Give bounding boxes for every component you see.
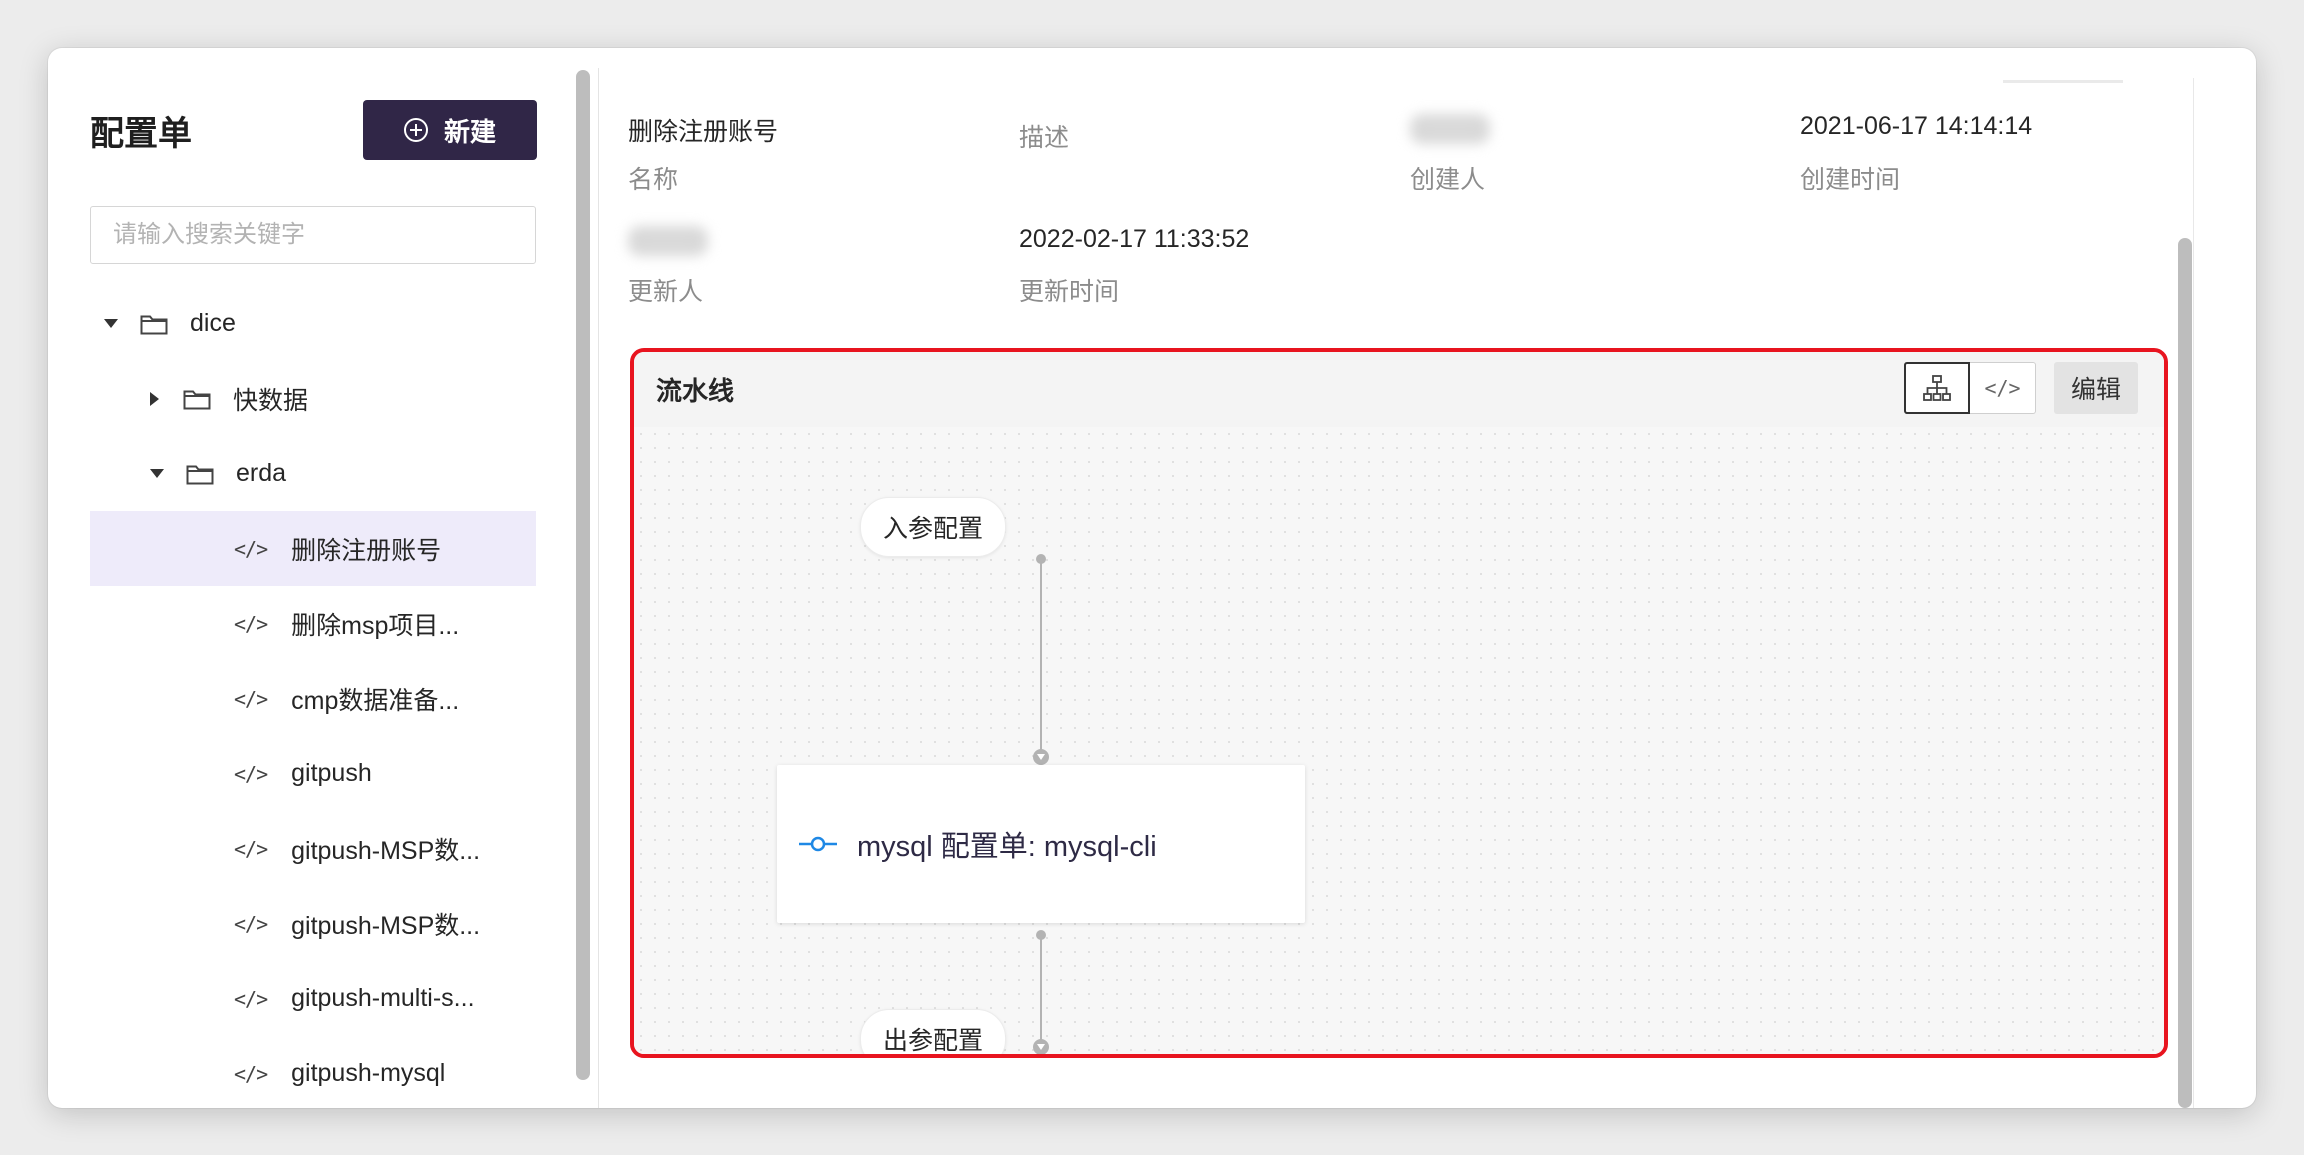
connector-arrow: [1033, 1039, 1049, 1054]
pipeline-canvas[interactable]: 入参配置 mysql 配置单: mysql-cli 出参配置: [634, 427, 2164, 1054]
sidebar-title: 配置单: [90, 115, 192, 153]
code-icon: </>: [234, 536, 268, 561]
code-icon: </>: [234, 911, 268, 936]
tree-item-label: gitpush-MSP数...: [291, 836, 481, 865]
pipeline-header: 流水线 </> 编辑: [634, 352, 2164, 428]
task-node-label: mysql 配置单: mysql-cli: [857, 831, 1157, 863]
created-time-value: 2021-06-17 14:14:14: [1800, 112, 2033, 140]
task-node-card[interactable]: mysql 配置单: mysql-cli: [777, 765, 1305, 923]
tree-item-dice[interactable]: dice: [90, 286, 536, 361]
connector-line: [1040, 935, 1042, 1043]
creator-value-redacted: [1410, 114, 1490, 144]
tree-item-label: 删除msp项目...: [291, 611, 460, 640]
view-toggle: </>: [1904, 362, 2036, 414]
new-button-label: 新建: [443, 116, 496, 147]
output-config-node[interactable]: 出参配置: [860, 1009, 1007, 1054]
updated-time-value: 2022-02-17 11:33:52: [1019, 225, 1250, 253]
tree-item-label: gitpush: [291, 759, 372, 787]
code-icon: </>: [1984, 376, 2021, 400]
updater-label: 更新人: [628, 278, 704, 306]
input-config-node[interactable]: 入参配置: [860, 497, 1007, 557]
caret-right-icon[interactable]: [150, 391, 159, 406]
tree-item-label: 删除注册账号: [291, 536, 442, 565]
main-scroll-track: [2193, 78, 2194, 1108]
tree-item-label: dice: [190, 309, 236, 337]
main-scrollbar[interactable]: [2178, 238, 2192, 1108]
sidebar-scrollbar[interactable]: [576, 70, 590, 1080]
tree-item-file[interactable]: </> gitpush-MSP数...: [90, 886, 536, 961]
search-input[interactable]: [90, 206, 536, 264]
code-icon: </>: [234, 836, 268, 861]
tree-item-file[interactable]: </> gitpush: [90, 736, 536, 811]
code-icon: </>: [234, 611, 268, 636]
tree-item-kuaishuju[interactable]: 快数据: [90, 361, 536, 436]
code-icon: </>: [234, 761, 268, 786]
created-time-label: 创建时间: [1800, 166, 1901, 194]
description-label: 描述: [1019, 124, 1070, 152]
panel-divider: [598, 68, 599, 1108]
new-button[interactable]: 新建: [363, 100, 537, 160]
tree-item-file[interactable]: </> gitpush-multi-s...: [90, 961, 536, 1036]
updater-value-redacted: [628, 226, 708, 256]
tree-item-label: gitpush-multi-s...: [291, 984, 475, 1012]
tree-item-label: 快数据: [233, 386, 309, 415]
tree-item-label: erda: [236, 459, 287, 487]
code-icon: </>: [234, 1061, 268, 1086]
config-tree: dice 快数据 erda </> 删除注册账号 </> 删除msp项目... …: [90, 286, 536, 1108]
commit-icon: [799, 836, 837, 852]
tree-item-erda[interactable]: erda: [90, 436, 536, 511]
connector-line: [1040, 559, 1042, 753]
code-icon: </>: [234, 986, 268, 1011]
sitemap-icon: [1923, 375, 1951, 401]
caret-down-icon[interactable]: [104, 319, 118, 328]
connector-arrow: [1033, 749, 1049, 765]
name-value: 删除注册账号: [628, 118, 779, 146]
folder-icon: [140, 313, 168, 335]
creator-label: 创建人: [1410, 166, 1486, 194]
name-label: 名称: [628, 166, 679, 194]
sidebar: 配置单 新建 dice 快数据: [48, 48, 568, 1108]
app-window: 配置单 新建 dice 快数据: [48, 48, 2256, 1108]
folder-icon: [183, 388, 211, 410]
tree-item-file[interactable]: </> gitpush-mysql: [90, 1036, 536, 1108]
pipeline-panel: 流水线 </> 编辑 入参配置 mysql 配置单: mysql-cli 出参配…: [630, 348, 2168, 1058]
tree-item-file[interactable]: </> 删除msp项目...: [90, 586, 536, 661]
tree-item-file[interactable]: </> gitpush-MSP数...: [90, 811, 536, 886]
pipeline-title: 流水线: [656, 376, 735, 406]
tree-item-file[interactable]: </> cmp数据准备...: [90, 661, 536, 736]
tree-item-label: gitpush-mysql: [291, 1059, 446, 1087]
tree-item-label: cmp数据准备...: [291, 686, 460, 715]
tree-item-label: gitpush-MSP数...: [291, 911, 481, 940]
plus-circle-icon: [403, 118, 428, 142]
code-view-button[interactable]: </>: [1970, 362, 2036, 414]
top-strip: [2003, 80, 2123, 83]
folder-icon: [186, 463, 214, 485]
graph-view-button[interactable]: [1904, 362, 1970, 414]
edit-button[interactable]: 编辑: [2054, 362, 2138, 414]
caret-down-icon[interactable]: [150, 469, 164, 478]
code-icon: </>: [234, 686, 268, 711]
tree-item-file-selected[interactable]: </> 删除注册账号: [90, 511, 536, 586]
updated-time-label: 更新时间: [1019, 278, 1120, 306]
